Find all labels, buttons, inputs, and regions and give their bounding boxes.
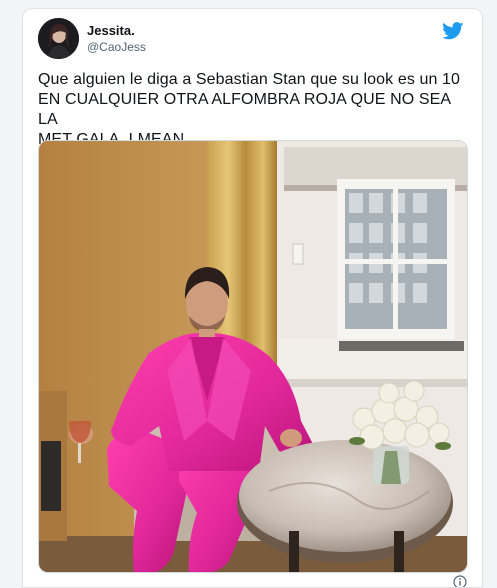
author-avatar[interactable] — [38, 18, 79, 59]
tweet-card: Jessita. @CaoJess Que alguien le diga a … — [22, 8, 483, 588]
tweet-photo[interactable] — [38, 140, 468, 573]
tweet-text-line: Que alguien le diga a Sebastian Stan que… — [38, 71, 461, 88]
author-name[interactable]: Jessita. — [87, 23, 135, 38]
tweet-text-line: EN CUALQUIER OTRA ALFOMBRA ROJA QUE NO S… — [38, 91, 451, 128]
twitter-bird-icon[interactable] — [442, 22, 464, 40]
tweet-text: Que alguien le diga a Sebastian Stan que… — [38, 70, 468, 150]
info-icon[interactable] — [453, 575, 467, 587]
author-handle[interactable]: @CaoJess — [87, 40, 146, 54]
